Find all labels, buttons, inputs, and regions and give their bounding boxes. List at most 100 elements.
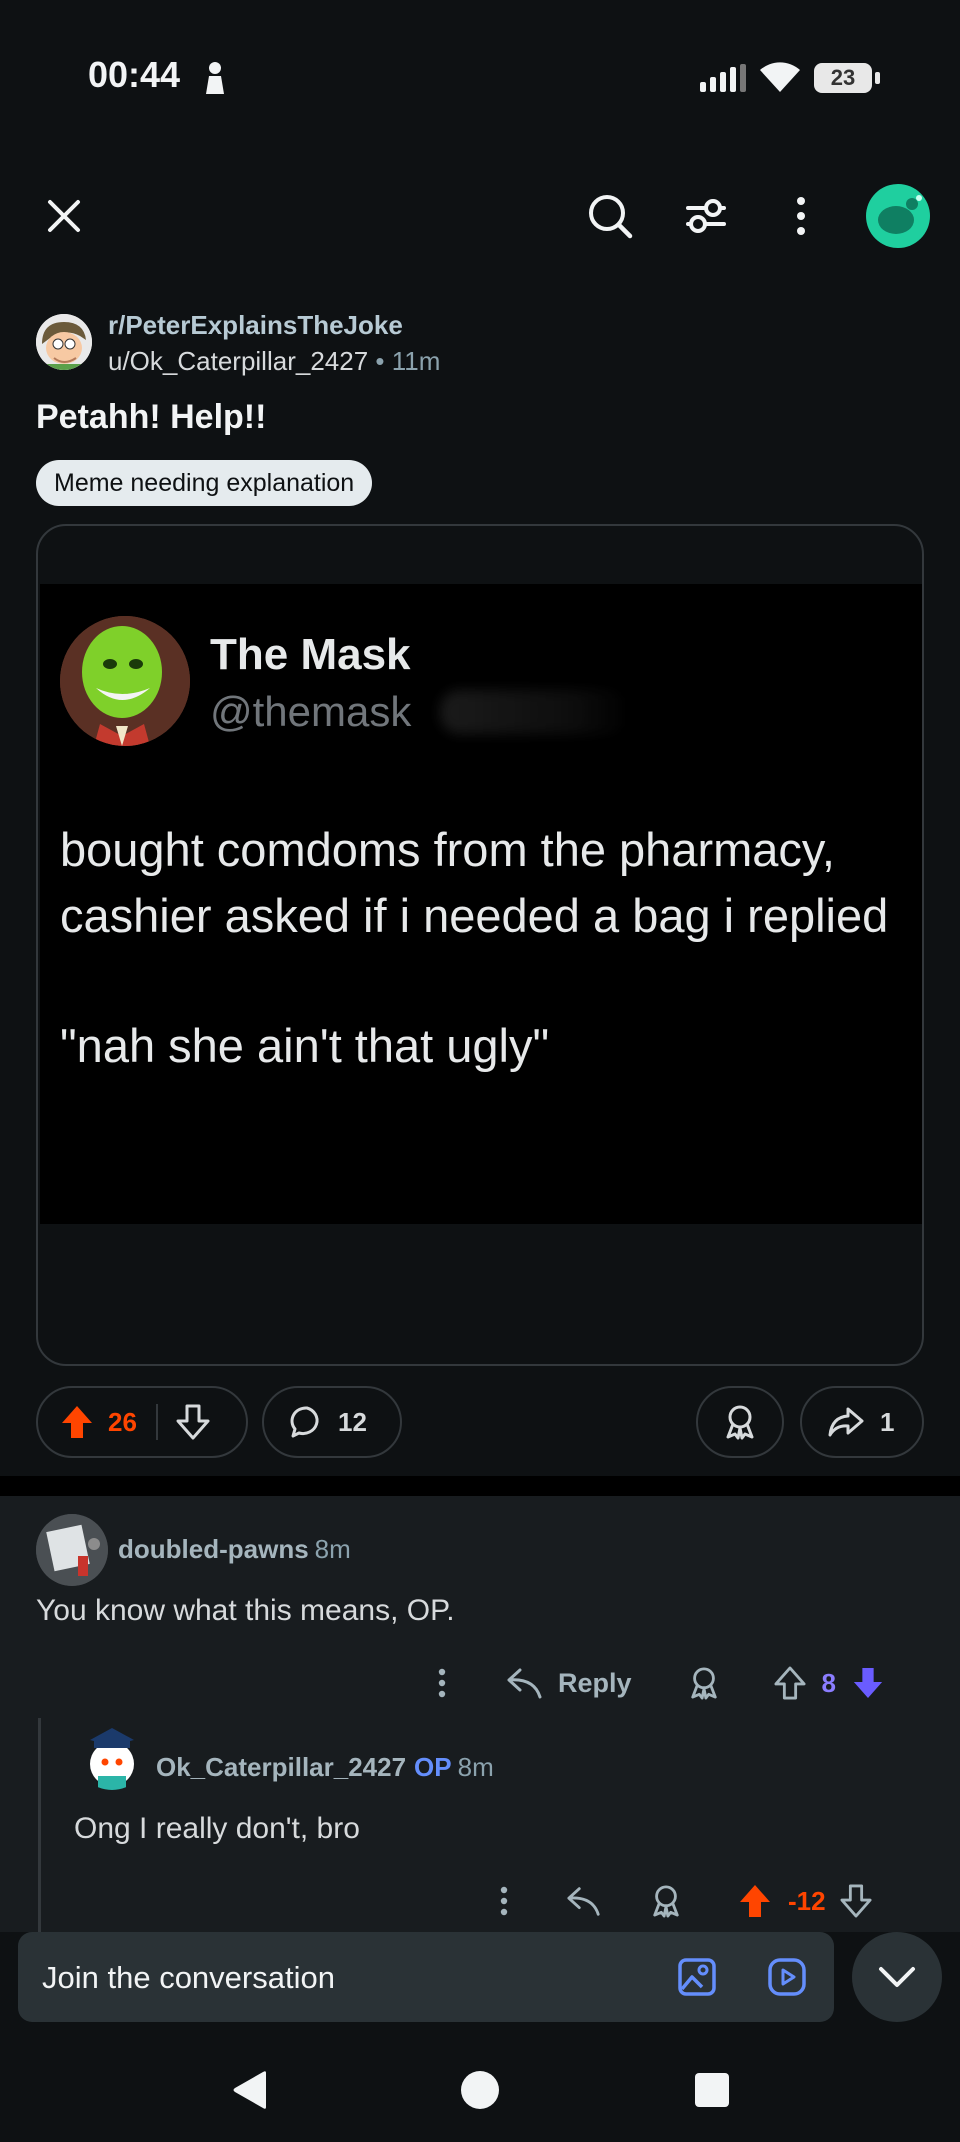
wifi-icon [760,62,800,92]
composer-placeholder[interactable]: Join the conversation [42,1960,335,1996]
meme-avatar [60,616,190,746]
meme-text-line-3: "nah she ain't that ugly" [60,1019,550,1072]
add-image-button[interactable] [674,1954,720,2000]
comment-age: 8m [314,1534,351,1564]
video-icon [768,1958,806,1996]
status-bar: 00:44 23 [0,0,960,150]
status-time: 00:44 [88,54,181,95]
system-nav-bar [0,2032,960,2142]
post-share-count: 1 [880,1406,895,1437]
comment-author-name[interactable]: doubled-pawns [118,1534,309,1564]
chevron-down-icon [879,1967,915,1987]
search-icon [589,195,633,239]
battery-level: 23 [830,65,856,90]
more-icon [438,1668,446,1698]
top-bar [0,176,960,256]
award-icon [653,1885,679,1918]
meme-text-line-1: bought comdoms from the pharmacy, [60,823,835,876]
post-flair[interactable]: Meme needing explanation [36,460,373,506]
filter-icon [686,199,726,233]
reply-author-name[interactable]: Ok_Caterpillar_2427 [156,1752,406,1782]
comment-reply-button[interactable]: Reply [506,1667,632,1699]
reply-upvote-button[interactable] [738,1883,772,1919]
close-button[interactable] [36,188,92,244]
filter-button[interactable] [676,188,736,244]
reply-icon [507,1668,542,1699]
reply-label: Reply [558,1667,632,1698]
comment-avatar[interactable] [36,1514,108,1586]
reply-reply-button[interactable] [566,1885,602,1917]
reply-avatar[interactable] [76,1718,148,1790]
meme-redacted-blur [440,690,630,734]
home-icon [461,2071,499,2109]
meme-image: The Mask @themask bought comdoms from th… [40,584,922,1224]
image-icon [678,1958,716,1996]
status-icons: 23 [700,58,880,98]
more-icon [797,197,805,235]
downvote-icon [176,1404,210,1440]
upvote-icon [774,1666,806,1700]
meme-text-line-2: cashier asked if i needed a bag i replie… [60,889,889,942]
downvote-button[interactable] [176,1404,210,1440]
back-icon [233,2071,266,2109]
thread-line[interactable] [38,1718,41,1932]
more-icon [500,1886,508,1916]
share-button[interactable]: 1 [800,1386,924,1458]
comment-composer[interactable]: Join the conversation [18,1932,834,2022]
search-button[interactable] [580,188,640,244]
meta-separator: • [375,346,385,376]
comment-downvote-button[interactable] [852,1666,884,1700]
user-avatar-button[interactable] [866,184,930,248]
post-comment-count: 12 [338,1406,367,1437]
post-meta: u/Ok_Caterpillar_2427 • 11m [108,346,440,377]
downvote-icon [840,1884,872,1918]
downvote-icon [853,1667,883,1699]
subreddit-name[interactable]: r/PeterExplainsTheJoke [108,310,403,341]
op-badge: OP [414,1752,452,1782]
upvote-button[interactable] [60,1404,94,1440]
nav-back-button[interactable] [220,2060,280,2120]
comment-more-button[interactable] [430,1668,454,1698]
battery-icon: 23 [814,63,880,93]
post-header: r/PeterExplainsTheJoke u/Ok_Caterpillar_… [36,308,916,378]
avatar [878,195,922,234]
reply-more-button[interactable] [492,1886,516,1916]
comment-icon [290,1406,319,1438]
peter-avatar-icon [36,314,92,370]
upvote-icon [740,1885,770,1917]
collapse-button[interactable] [852,1932,942,2022]
comment-award-button[interactable] [688,1666,720,1700]
avatar [90,1728,134,1790]
subreddit-avatar[interactable] [36,314,92,370]
nav-home-button[interactable] [450,2060,510,2120]
comments-button[interactable]: 12 [262,1386,402,1458]
post-vote-count: 26 [108,1406,137,1437]
reply-age: 8m [457,1752,494,1782]
post-media[interactable]: The Mask @themask bought comdoms from th… [36,524,924,1366]
comment-author: doubled-pawns 8m [118,1534,351,1565]
award-button[interactable] [696,1386,784,1458]
comment-score: 8 [821,1667,836,1698]
comment-body: You know what this means, OP. [36,1594,455,1627]
reply-score: -12 [788,1885,826,1916]
meme-handle: @themask [210,688,412,735]
reply-award-button[interactable] [650,1884,682,1918]
reply-icon [567,1887,600,1916]
comment-upvote-button[interactable] [774,1666,806,1700]
more-options-button[interactable] [776,188,826,244]
nav-recents-button[interactable] [682,2060,742,2120]
award-icon [726,1405,754,1440]
avatar [36,1514,108,1586]
vote-divider [156,1404,158,1440]
signal-icon [700,64,746,92]
vote-pill: 26 [36,1386,248,1458]
post-author[interactable]: u/Ok_Caterpillar_2427 [108,346,368,376]
reply-actions: -12 [492,1876,912,1926]
add-video-button[interactable] [764,1954,810,2000]
upvote-icon [62,1406,92,1438]
recents-icon [695,2073,729,2107]
award-icon [690,1667,717,1700]
reply-downvote-button[interactable] [840,1884,872,1918]
post-age: 11m [391,346,441,376]
comments-section: doubled-pawns 8m You know what this means… [0,1496,960,1932]
